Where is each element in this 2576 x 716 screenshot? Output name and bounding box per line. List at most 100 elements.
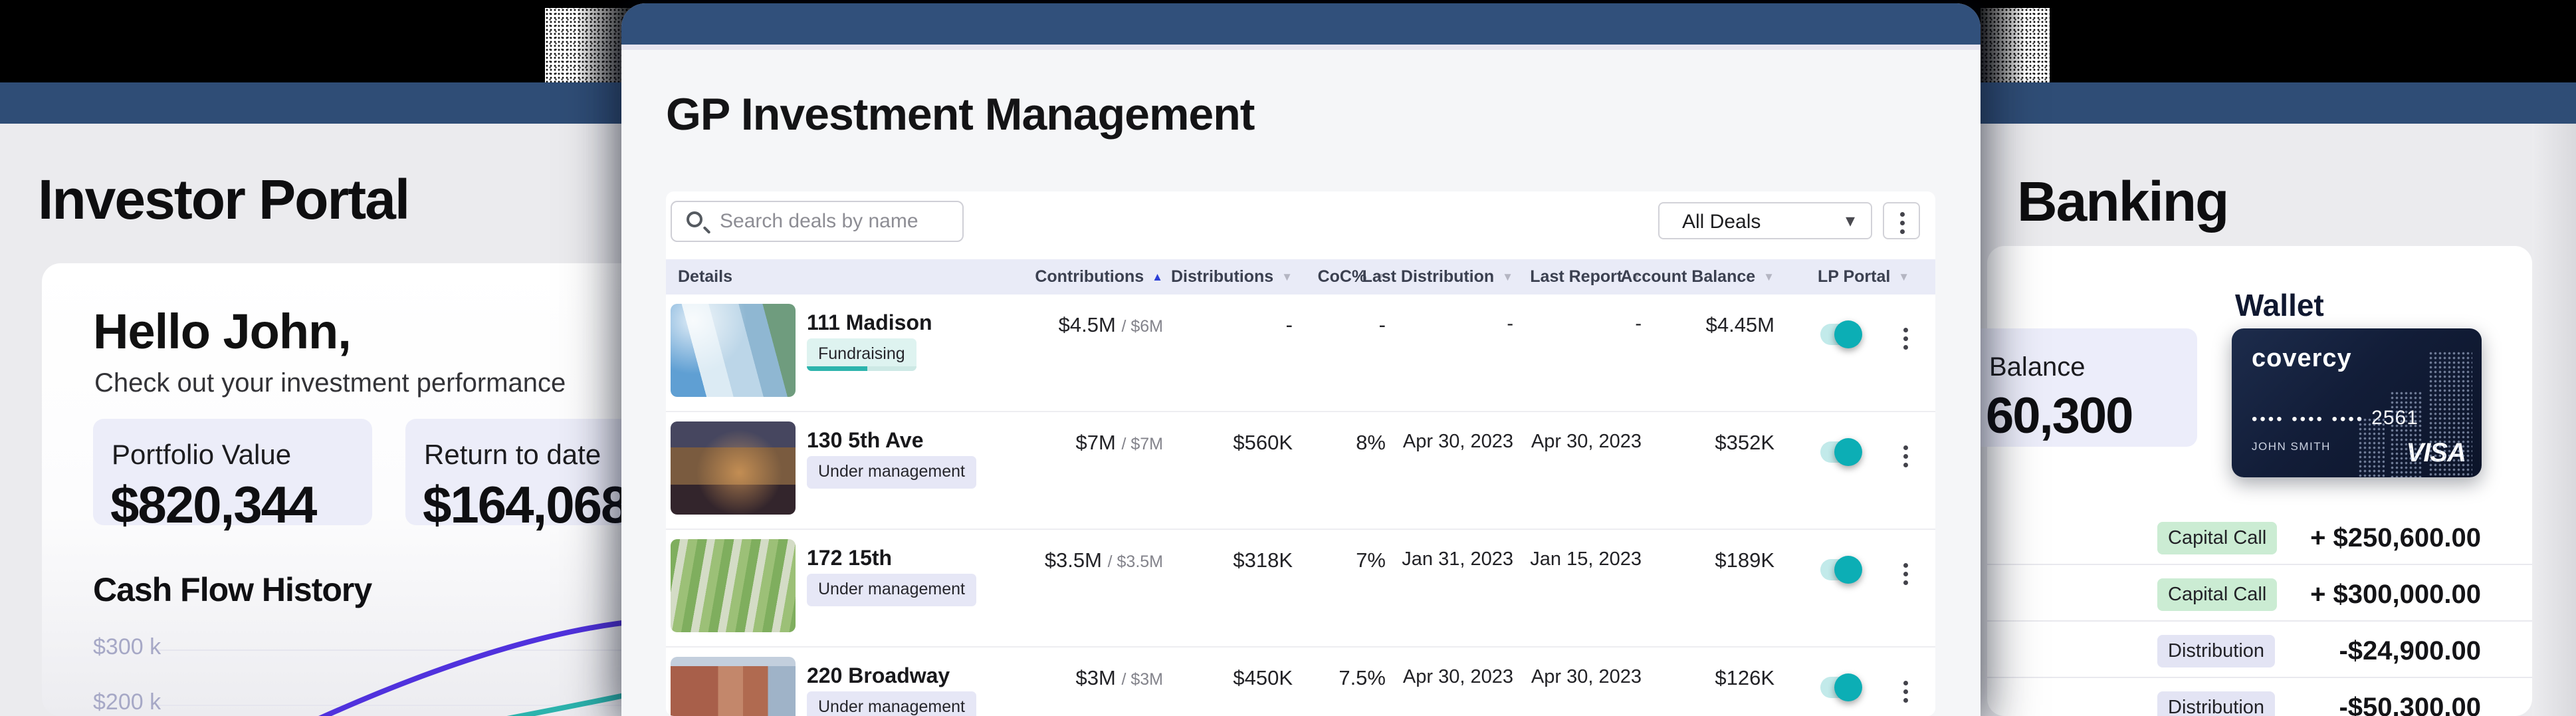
- distributions-cell: $450K: [1233, 666, 1293, 690]
- last-report-cell: Apr 30, 2023: [1531, 431, 1642, 453]
- noise-texture-right: [1981, 8, 2050, 82]
- card-masked-digits: •••• •••• ••••: [2252, 410, 2365, 428]
- last-distribution-cell: Apr 30, 2023: [1403, 431, 1513, 453]
- last-report-cell: Apr 30, 2023: [1531, 666, 1642, 688]
- status-badge: Under management: [807, 574, 976, 606]
- deal-search-box[interactable]: [671, 201, 964, 242]
- search-icon: [687, 211, 702, 227]
- return-to-date-amount: $164,068: [423, 475, 628, 535]
- deal-thumbnail: [671, 421, 796, 515]
- portfolio-value-tile: Portfolio Value $820,344: [93, 419, 372, 525]
- last-report-cell: -: [1635, 313, 1642, 335]
- transaction-type-badge: Distribution: [2157, 635, 2275, 667]
- coc-cell: -: [1379, 313, 1386, 337]
- column-contributions[interactable]: Contributions▲: [1035, 259, 1163, 295]
- banking-title: Banking: [2017, 170, 2228, 234]
- wallet-label: Wallet: [2235, 287, 2324, 323]
- status-badge: Under management: [807, 691, 976, 716]
- sort-desc-icon: ▼: [1763, 271, 1774, 284]
- portfolio-value-amount: $820,344: [110, 475, 316, 535]
- coc-cell: 7%: [1356, 548, 1386, 572]
- return-to-date-label: Return to date: [424, 439, 601, 471]
- contributions-cell: $7M / $7M: [1076, 431, 1163, 455]
- card-holder-name: JOHN SMITH: [2252, 440, 2331, 453]
- last-distribution-cell: Apr 30, 2023: [1403, 666, 1513, 688]
- column-distributions[interactable]: Distributions▼: [1171, 259, 1293, 295]
- sort-asc-icon: ▲: [1152, 271, 1163, 284]
- distributions-cell: $318K: [1233, 548, 1293, 572]
- table-row-172-15th[interactable]: 172 15th Under management $3.5M / $3.5M …: [666, 530, 1935, 648]
- contributions-cell: $3M / $3M: [1076, 666, 1163, 690]
- banking-right-gutter: [2532, 124, 2576, 716]
- transaction-row[interactable]: Distribution -$50,300.00: [1987, 678, 2532, 716]
- transaction-type-badge: Capital Call: [2157, 578, 2277, 611]
- status-badge: Fundraising: [807, 338, 916, 371]
- account-balance-cell: $4.45M: [1706, 313, 1774, 337]
- transaction-amount: + $250,600.00: [2310, 523, 2481, 553]
- coc-cell: 8%: [1356, 431, 1386, 455]
- row-menu-button[interactable]: [1903, 681, 1908, 703]
- sort-desc-icon: ▼: [1898, 271, 1909, 284]
- last-distribution-cell: -: [1507, 313, 1513, 335]
- table-menu-button[interactable]: [1883, 202, 1920, 239]
- status-badge: Under management: [807, 456, 976, 489]
- row-menu-button[interactable]: [1903, 445, 1908, 467]
- account-balance-cell: $126K: [1715, 666, 1774, 690]
- distributions-cell: -: [1286, 313, 1293, 337]
- distributions-cell: $560K: [1233, 431, 1293, 455]
- gp-window: GP Investment Management All Deals ▾ Det…: [621, 3, 1981, 716]
- last-report-cell: Jan 15, 2023: [1530, 548, 1642, 570]
- table-row-220-broadway[interactable]: 220 Broadway Under management $3M / $3M …: [666, 648, 1935, 716]
- transaction-row[interactable]: Capital Call + $250,600.00: [1987, 509, 2532, 565]
- deal-name: 172 15th: [807, 546, 892, 570]
- contributions-cell: $4.5M / $6M: [1059, 313, 1163, 337]
- transaction-row[interactable]: Distribution -$24,900.00: [1987, 622, 2532, 678]
- card-building-graphic: [2358, 418, 2385, 477]
- deals-table-card: All Deals ▾ Details Contributions▲ Distr…: [666, 191, 1935, 716]
- balance-tile: Balance 60,300: [1961, 328, 2197, 447]
- balance-label: Balance: [1989, 352, 2086, 382]
- deal-thumbnail: [671, 304, 796, 397]
- row-menu-button[interactable]: [1903, 328, 1908, 350]
- account-balance-cell: $352K: [1715, 431, 1774, 455]
- lp-portal-toggle[interactable]: [1820, 324, 1859, 345]
- transaction-amount: + $300,000.00: [2310, 580, 2481, 610]
- lp-portal-toggle[interactable]: [1820, 677, 1859, 698]
- transaction-row[interactable]: Capital Call + $300,000.00: [1987, 565, 2532, 622]
- table-row-130-5th-ave[interactable]: 130 5th Ave Under management $7M / $7M $…: [666, 412, 1935, 530]
- investor-portal-card: Hello John, Check out your investment pe…: [42, 263, 640, 716]
- deal-name: 111 Madison: [807, 310, 932, 335]
- table-row-111-madison[interactable]: 111 Madison Fundraising $4.5M / $6M - - …: [666, 295, 1935, 412]
- deals-filter-select[interactable]: All Deals ▾: [1658, 202, 1872, 239]
- table-body: 111 Madison Fundraising $4.5M / $6M - - …: [666, 295, 1935, 716]
- card-building-graphic: [2428, 351, 2472, 477]
- row-menu-button[interactable]: [1903, 563, 1908, 585]
- lp-portal-toggle[interactable]: [1820, 441, 1859, 463]
- chevron-down-icon: ▾: [1846, 209, 1855, 231]
- balance-amount: 60,300: [1986, 387, 2132, 445]
- noise-texture-left: [545, 8, 633, 82]
- transaction-amount: -$50,300.00: [2339, 693, 2481, 716]
- gp-window-titlebar: [621, 3, 1981, 45]
- search-input[interactable]: [720, 202, 952, 241]
- deal-name: 220 Broadway: [807, 663, 950, 688]
- transaction-type-badge: Distribution: [2157, 691, 2275, 716]
- lp-portal-toggle[interactable]: [1820, 559, 1859, 580]
- coc-cell: 7.5%: [1339, 666, 1386, 690]
- table-header-row: Details Contributions▲ Distributions▼ Co…: [666, 259, 1935, 295]
- column-account-balance[interactable]: Account Balance▼: [1620, 259, 1774, 295]
- banking-card: Wallet covercy •••• •••• ••••2561 JOHN S…: [1987, 246, 2532, 716]
- deal-thumbnail: [671, 657, 796, 716]
- column-details[interactable]: Details: [678, 259, 732, 295]
- sort-desc-icon: ▼: [1502, 271, 1513, 284]
- greeting-text: Hello John,: [93, 303, 351, 360]
- kebab-icon: [1900, 212, 1905, 234]
- investor-portal-title: Investor Portal: [38, 168, 409, 232]
- card-building-graphic: [2390, 391, 2423, 477]
- contributions-cell: $3.5M / $3.5M: [1045, 548, 1163, 572]
- cash-flow-chart: [42, 596, 640, 716]
- gp-window-titlebar-strip: [621, 45, 1981, 50]
- transactions-list: Capital Call + $250,600.00 Capital Call …: [1987, 509, 2532, 716]
- column-last-distribution[interactable]: Last Distribution▼: [1362, 259, 1513, 295]
- column-lp-portal[interactable]: LP Portal▼: [1818, 259, 1909, 295]
